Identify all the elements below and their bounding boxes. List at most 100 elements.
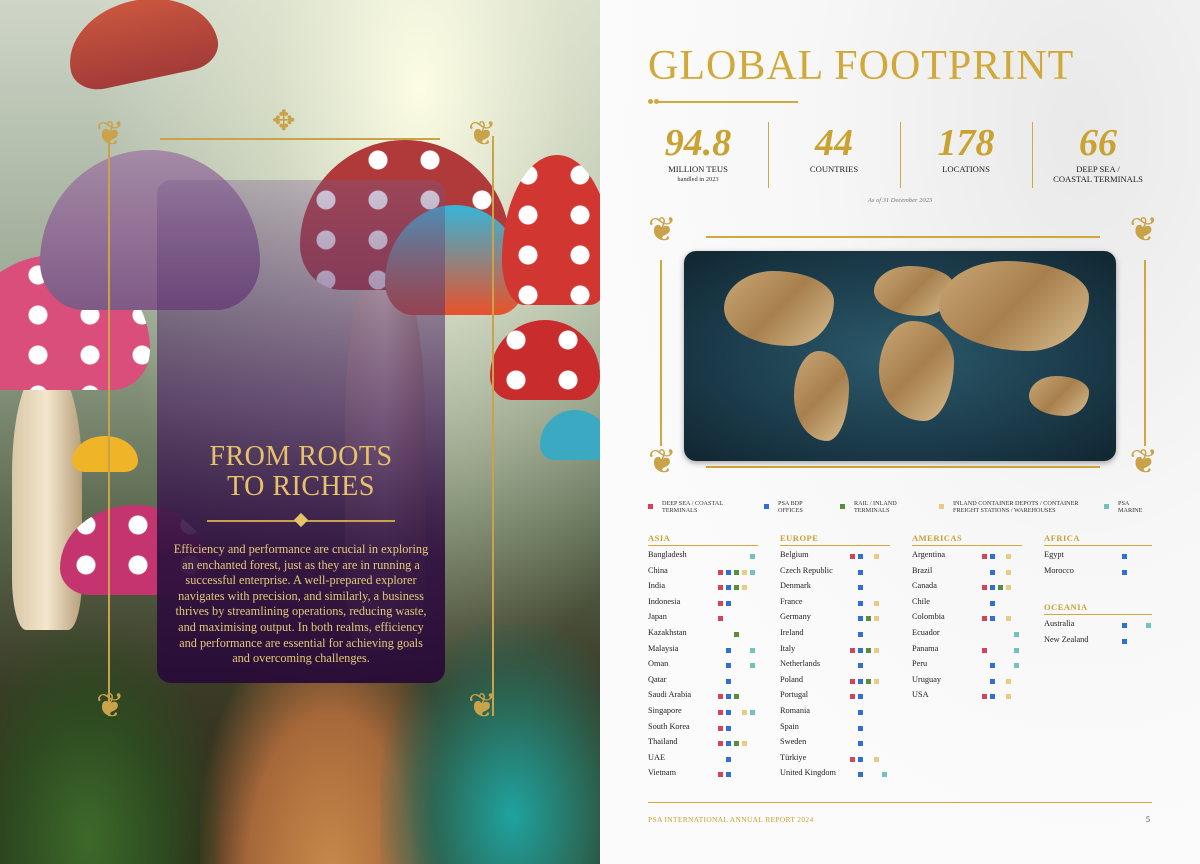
legend-swatch bbox=[939, 504, 944, 509]
country-name: Argentina bbox=[912, 550, 946, 559]
country-name: Oman bbox=[648, 659, 669, 669]
facility-marker-deep-sea bbox=[982, 616, 987, 622]
facility-marker-deep-sea bbox=[718, 616, 723, 622]
page-number: 5 bbox=[1146, 815, 1150, 824]
country-name: Portugal bbox=[780, 690, 809, 700]
region-heading-asia: ASIA bbox=[648, 533, 671, 543]
country-name: Vietnam bbox=[648, 768, 677, 778]
country-name: Brazil bbox=[912, 565, 933, 575]
facility-marker-deep-sea bbox=[850, 694, 855, 700]
facility-marker-marine bbox=[750, 554, 755, 559]
legend-label-line-1: RAIL / INLAND bbox=[854, 500, 897, 507]
facility-marker-marine bbox=[750, 647, 755, 653]
facility-marker-rail bbox=[734, 632, 739, 637]
facility-marker-bdp bbox=[858, 569, 863, 575]
facility-marker-inland bbox=[1006, 616, 1011, 622]
frame-top-rule bbox=[160, 138, 440, 140]
page-heading: FROM ROOTS TO RICHES bbox=[157, 442, 445, 502]
footer-rule bbox=[648, 802, 1152, 803]
facility-marker-deep-sea bbox=[850, 554, 855, 559]
facility-marker-bdp bbox=[1122, 623, 1127, 628]
stat-label: LOCATIONS bbox=[942, 164, 990, 174]
facility-marker-bdp bbox=[726, 694, 731, 700]
stat-separator bbox=[900, 122, 901, 188]
mushroom-cap-flying bbox=[59, 0, 223, 95]
country-name: Peru bbox=[912, 659, 928, 669]
facility-marker-inland bbox=[874, 616, 879, 622]
stat-label: MILLION TEUS bbox=[668, 164, 728, 174]
facility-marker-bdp bbox=[858, 585, 863, 591]
facility-marker-bdp bbox=[858, 554, 863, 559]
country-name: Ecuador bbox=[912, 628, 940, 637]
facility-marker-inland bbox=[874, 647, 879, 653]
stat-label-line-2: COASTAL TERMINALS bbox=[1053, 174, 1143, 184]
facility-marker-deep-sea bbox=[718, 710, 723, 715]
facility-marker-bdp bbox=[726, 647, 731, 653]
facility-marker-bdp bbox=[858, 647, 863, 653]
mushroom-cap-red bbox=[502, 155, 600, 305]
facility-marker-bdp bbox=[858, 678, 863, 684]
facility-marker-inland bbox=[1006, 569, 1011, 575]
facility-marker-marine bbox=[1146, 623, 1151, 628]
facility-marker-marine bbox=[1014, 647, 1019, 653]
facility-marker-rail bbox=[734, 585, 739, 591]
country-name: France bbox=[780, 596, 803, 606]
facility-marker-bdp bbox=[858, 600, 863, 606]
facility-marker-bdp bbox=[726, 741, 731, 747]
facility-marker-inland bbox=[1006, 694, 1011, 700]
country-name: Colombia bbox=[912, 612, 945, 622]
facility-marker-inland bbox=[874, 756, 879, 762]
legend-label-line-2: FREIGHT STATIONS / WAREHOUSES bbox=[953, 507, 1056, 514]
legend-swatch bbox=[1104, 504, 1109, 509]
flourish-icon: ❦ bbox=[468, 688, 497, 725]
facility-marker-marine bbox=[882, 772, 887, 778]
facility-marker-inland bbox=[874, 678, 879, 684]
stat-label: DEEP SEA / bbox=[1076, 164, 1120, 174]
facility-marker-inland bbox=[1006, 585, 1011, 591]
country-name: Uruguay bbox=[912, 674, 942, 684]
facility-marker-bdp bbox=[858, 632, 863, 637]
facility-marker-bdp bbox=[1122, 638, 1127, 644]
facility-marker-marine bbox=[750, 663, 755, 669]
facility-marker-bdp bbox=[858, 772, 863, 778]
stat-terminals: 66 DEEP SEA / COASTAL TERMINALS bbox=[1034, 122, 1162, 184]
facility-marker-marine bbox=[1014, 632, 1019, 637]
facility-marker-inland bbox=[1006, 554, 1011, 559]
country-name: Qatar bbox=[648, 674, 667, 684]
map-frame-left-rule bbox=[660, 260, 662, 446]
country-name: Morocco bbox=[1044, 565, 1074, 575]
legend-label: PSA MARINE bbox=[1118, 500, 1158, 514]
facility-marker-bdp bbox=[726, 585, 731, 591]
facility-marker-inland bbox=[874, 554, 879, 559]
flourish-icon: ✥ bbox=[272, 106, 296, 137]
title-dot-icon bbox=[648, 99, 653, 104]
country-name: Thailand bbox=[648, 737, 678, 747]
country-name: Poland bbox=[780, 674, 804, 684]
heading-line-2: TO RICHES bbox=[227, 471, 375, 502]
facility-marker-bdp bbox=[858, 616, 863, 622]
map-frame-right-rule bbox=[1144, 260, 1146, 446]
country-name: Spain bbox=[780, 721, 799, 731]
country-name: Denmark bbox=[780, 581, 811, 591]
continent-australia bbox=[1029, 376, 1089, 416]
country-name: Egypt bbox=[1044, 550, 1064, 559]
facility-marker-bdp bbox=[858, 694, 863, 700]
facility-marker-bdp bbox=[990, 678, 995, 684]
stat-separator bbox=[1032, 122, 1033, 188]
country-name: Netherlands bbox=[780, 659, 821, 669]
facility-marker-bdp bbox=[990, 616, 995, 622]
country-name: Singapore bbox=[648, 706, 682, 715]
legend-label-line-2: TERMINALS bbox=[662, 507, 698, 514]
stat-locations: 178 LOCATIONS bbox=[902, 122, 1030, 174]
legend-label: INLAND CONTAINER DEPOTS / CONTAINER FREIG… bbox=[953, 500, 1093, 514]
facility-marker-inland bbox=[742, 741, 747, 747]
country-name: Bangladesh bbox=[648, 550, 687, 559]
facility-marker-bdp bbox=[858, 741, 863, 747]
facility-marker-bdp bbox=[726, 772, 731, 778]
flourish-icon: ❦ bbox=[468, 116, 497, 153]
legend-swatch bbox=[764, 504, 769, 509]
mushroom-stem bbox=[12, 370, 82, 630]
legend-label: DEEP SEA / COASTAL TERMINALS bbox=[662, 500, 792, 514]
diamond-icon bbox=[293, 512, 309, 528]
facility-marker-bdp bbox=[726, 678, 731, 684]
